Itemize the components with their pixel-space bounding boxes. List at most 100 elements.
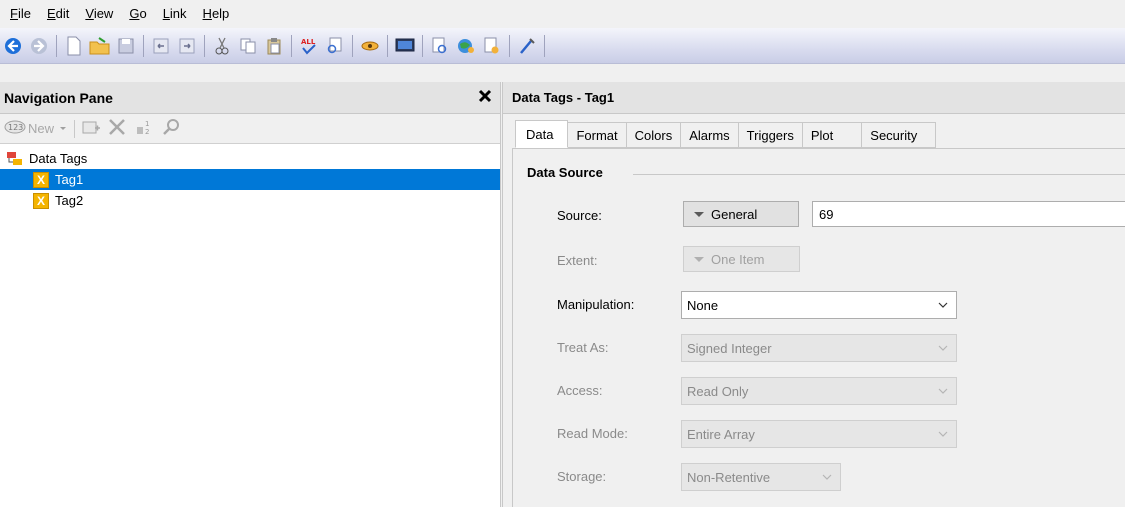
- access-value: Read Only: [687, 383, 749, 399]
- open-folder-icon[interactable]: [88, 34, 112, 58]
- toolbar-separator: [352, 34, 353, 57]
- svg-text:1: 1: [145, 120, 149, 128]
- toolbar-separator: [509, 34, 510, 57]
- close-icon[interactable]: [476, 87, 494, 105]
- source-type-label: General: [711, 206, 758, 222]
- tree-item-tag1[interactable]: X Tag1: [0, 169, 500, 190]
- navigation-pane-title: Navigation Pane: [4, 89, 113, 106]
- new-button[interactable]: New: [28, 121, 54, 136]
- menu-file[interactable]: File: [2, 0, 39, 28]
- toolbar-separator: [422, 34, 423, 57]
- monitor-icon[interactable]: [393, 34, 417, 58]
- source-value-input[interactable]: 69: [812, 201, 1125, 227]
- tool-icon[interactable]: [515, 34, 539, 58]
- tree-item-tag2[interactable]: X Tag2: [0, 190, 500, 211]
- data-tab-panel: Data Source Source: General 69 Extent: O…: [512, 148, 1125, 507]
- sort-icon[interactable]: 12: [135, 117, 155, 140]
- new-tag-icon[interactable]: 123: [4, 118, 26, 139]
- undo-icon[interactable]: [149, 34, 173, 58]
- toolbar-separator: [387, 34, 388, 57]
- properties-pane: Data Tags - Tag1 Data Format Colors Alar…: [502, 82, 1125, 507]
- navigation-pane-header: Navigation Pane: [0, 82, 500, 114]
- access-select: Read Only: [681, 377, 957, 405]
- tag-icon: X: [32, 171, 50, 189]
- print-preview-icon[interactable]: [428, 34, 452, 58]
- menu-edit[interactable]: Edit: [39, 0, 77, 28]
- tree-item-label: Tag2: [55, 193, 84, 208]
- access-label: Access:: [557, 383, 603, 398]
- manipulation-select[interactable]: None: [681, 291, 957, 319]
- add-folder-icon[interactable]: [81, 118, 101, 139]
- tab-colors[interactable]: Colors: [626, 122, 682, 148]
- tab-data[interactable]: Data: [515, 120, 569, 148]
- read-mode-value: Entire Array: [687, 426, 755, 442]
- toolbar-separator: [204, 34, 205, 57]
- treat-as-select: Signed Integer: [681, 334, 957, 362]
- menu-link[interactable]: Link: [155, 0, 195, 28]
- tag-tree: Data Tags X Tag1 X Tag2: [0, 144, 500, 211]
- manipulation-value: None: [687, 297, 719, 313]
- toolbar-separator: [74, 119, 76, 138]
- tab-format[interactable]: Format: [568, 122, 627, 148]
- tab-plot[interactable]: Plot: [802, 122, 863, 148]
- redo-icon[interactable]: [175, 34, 199, 58]
- svg-text:123: 123: [8, 123, 23, 132]
- dropdown-arrow-icon: [694, 256, 704, 262]
- toolbar-separator: [291, 34, 292, 57]
- new-document-icon[interactable]: [62, 34, 86, 58]
- spellcheck-icon[interactable]: ALL: [297, 34, 321, 58]
- delete-icon[interactable]: [107, 117, 127, 140]
- chevron-down-icon: [938, 345, 948, 351]
- find-replace-icon[interactable]: [323, 34, 347, 58]
- read-mode-label: Read Mode:: [557, 426, 628, 441]
- extent-dropdown: One Item: [683, 246, 800, 272]
- tree-root-label: Data Tags: [29, 151, 88, 166]
- properties-title: Data Tags - Tag1: [503, 82, 1125, 114]
- svg-text:ALL: ALL: [301, 38, 316, 46]
- navigation-toolbar: 123 New 12: [0, 114, 500, 144]
- tag-icon: X: [32, 192, 50, 210]
- source-label: Source:: [557, 208, 602, 223]
- storage-label: Storage:: [557, 469, 607, 484]
- chevron-down-icon: [822, 474, 832, 480]
- source-type-dropdown[interactable]: General: [683, 201, 799, 227]
- link-icon[interactable]: [358, 34, 382, 58]
- chevron-down-icon: [938, 302, 948, 308]
- tab-triggers[interactable]: Triggers: [738, 122, 803, 148]
- tree-item-label: Tag1: [55, 172, 84, 187]
- copy-icon[interactable]: [236, 34, 260, 58]
- treat-as-label: Treat As:: [557, 340, 609, 355]
- menu-help[interactable]: Help: [195, 0, 238, 28]
- chevron-down-icon: [938, 431, 948, 437]
- treat-as-value: Signed Integer: [687, 340, 772, 356]
- page-icon[interactable]: [480, 34, 504, 58]
- toolbar-separator: [544, 34, 545, 57]
- forward-icon[interactable]: [27, 34, 51, 58]
- chevron-down-icon[interactable]: [58, 121, 68, 136]
- tab-security[interactable]: Security: [862, 122, 937, 148]
- toolbar-separator: [56, 34, 57, 57]
- tree-root-data-tags[interactable]: Data Tags: [0, 148, 500, 169]
- save-icon[interactable]: [114, 34, 138, 58]
- data-source-group-title: Data Source: [527, 165, 611, 180]
- storage-select: Non-Retentive: [681, 463, 841, 491]
- manipulation-label: Manipulation:: [557, 297, 635, 312]
- main-toolbar: ALL: [0, 28, 1125, 64]
- menu-bar: File Edit View Go Link Help: [0, 0, 1125, 28]
- search-icon[interactable]: [161, 117, 181, 140]
- back-icon[interactable]: [1, 34, 25, 58]
- menu-go[interactable]: Go: [121, 0, 154, 28]
- chevron-down-icon: [938, 388, 948, 394]
- svg-text:2: 2: [145, 128, 149, 136]
- data-tags-icon: [6, 150, 24, 168]
- read-mode-select: Entire Array: [681, 420, 957, 448]
- extent-value: One Item: [711, 251, 765, 267]
- extent-label: Extent:: [557, 253, 598, 268]
- navigation-pane: Navigation Pane 123 New 12 Data Tags X T…: [0, 82, 501, 507]
- paste-icon[interactable]: [262, 34, 286, 58]
- group-divider: [633, 174, 1125, 175]
- cut-icon[interactable]: [210, 34, 234, 58]
- web-icon[interactable]: [454, 34, 478, 58]
- menu-view[interactable]: View: [77, 0, 121, 28]
- tab-alarms[interactable]: Alarms: [681, 122, 739, 148]
